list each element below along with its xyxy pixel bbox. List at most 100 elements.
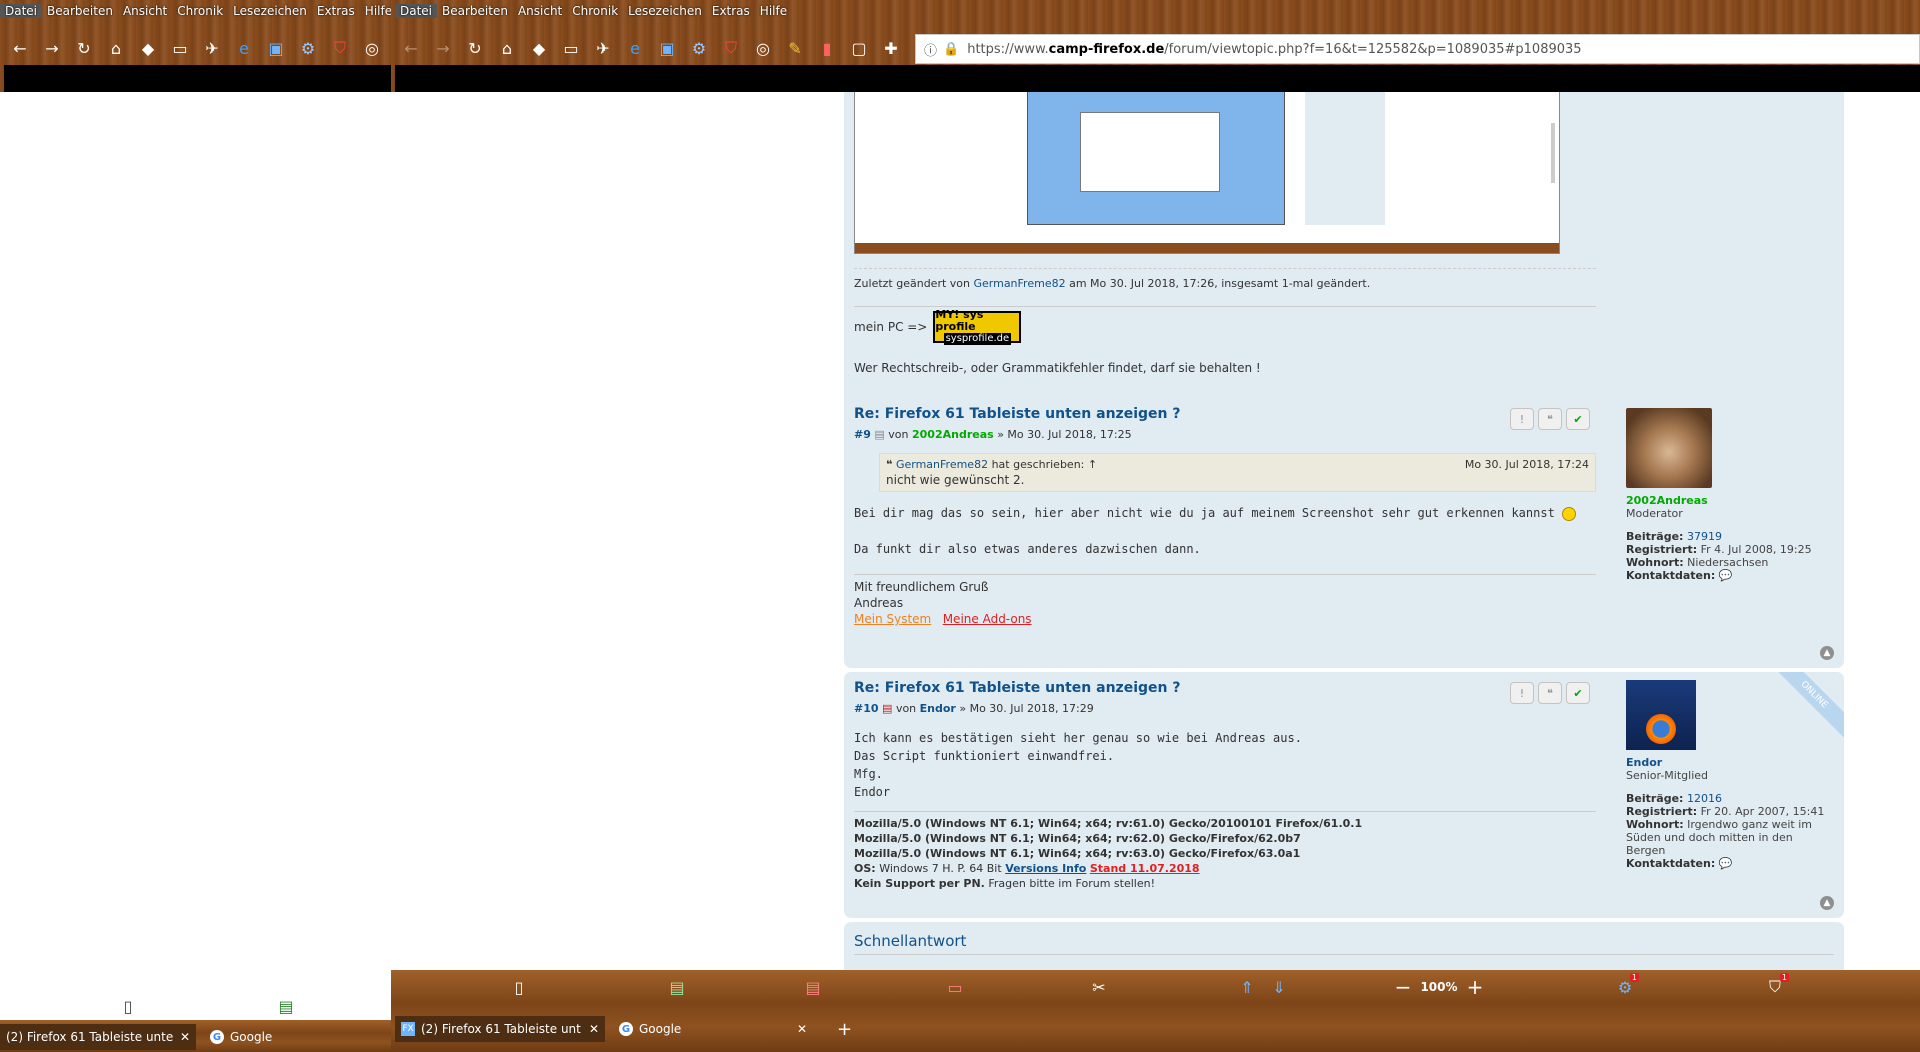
shield-icon[interactable]: ⛉ 1 — [1759, 973, 1791, 1001]
home-icon[interactable]: ⌂ — [100, 34, 132, 62]
addon-badge-icon[interactable]: ⚙ 1 — [1609, 973, 1641, 1001]
reload-icon[interactable]: ↻ — [459, 34, 491, 62]
reload-icon[interactable]: ↻ — [68, 34, 100, 62]
ublock-icon[interactable]: ⛉ — [324, 34, 356, 62]
window-icon[interactable]: ▢ — [843, 34, 875, 62]
by-label: von — [888, 428, 909, 441]
menu-datei[interactable]: Datei — [395, 4, 438, 18]
menu-datei[interactable]: Datei — [0, 4, 43, 18]
profile-posts[interactable]: 37919 — [1687, 530, 1722, 543]
quote-icon[interactable]: ❝ — [1538, 682, 1562, 704]
zoom-in-icon[interactable]: + — [1459, 973, 1491, 1001]
left-browser-window: Datei Bearbeiten Ansicht Chronik Lesezei… — [0, 0, 392, 1052]
home-icon[interactable]: ⌂ — [491, 34, 523, 62]
addon-icon[interactable]: ▤ — [797, 973, 829, 1001]
check-icon[interactable]: ✔ — [1566, 408, 1590, 430]
addon-icon[interactable]: ▭ — [164, 34, 196, 62]
ie-icon[interactable]: e — [619, 34, 651, 62]
post-title[interactable]: Re: Firefox 61 Tableiste unten anzeigen … — [854, 680, 1596, 696]
contact-icon[interactable]: 💬 — [1719, 857, 1733, 870]
bookmark-icon[interactable]: ▮ — [811, 34, 843, 62]
puzzle-icon[interactable]: ✚ — [875, 34, 907, 62]
menu-hilfe[interactable]: Hilfe — [755, 4, 792, 18]
menu-bearbeiten[interactable]: Bearbeiten — [42, 4, 118, 18]
quote-icon[interactable]: ❝ — [1538, 408, 1562, 430]
screenshot-icon[interactable]: ▣ — [260, 34, 292, 62]
addon-icon[interactable]: ▤ — [661, 973, 693, 1001]
menu-chronik[interactable]: Chronik — [567, 4, 623, 18]
avatar[interactable] — [1626, 680, 1696, 750]
tools-icon[interactable]: ✂ — [1083, 973, 1115, 1001]
tab-firefox-forum[interactable]: (2) Firefox 61 Tableiste unten ✕ — [0, 1024, 196, 1050]
scroll-top-icon[interactable]: ⇑ — [1231, 973, 1263, 1001]
quick-reply-title[interactable]: Schnellantwort — [854, 932, 1834, 955]
profile-posts[interactable]: 12016 — [1687, 792, 1722, 805]
addon-icon[interactable]: ◆ — [132, 34, 164, 62]
info-icon[interactable]: ⓘ — [924, 40, 937, 59]
back-to-top-icon[interactable]: ▲ — [1820, 896, 1834, 910]
tab-firefox-forum[interactable]: FX (2) Firefox 61 Tableiste unten ✕ — [395, 1016, 605, 1042]
post-number[interactable]: #9 — [854, 428, 871, 441]
menu-bearbeiten[interactable]: Bearbeiten — [437, 4, 513, 18]
forward-icon[interactable]: → — [427, 34, 459, 62]
pin-icon[interactable]: ✈ — [196, 34, 228, 62]
report-icon[interactable]: ! — [1510, 682, 1534, 704]
sidebar-icon[interactable]: ▯ — [503, 973, 535, 1001]
versions-info-link[interactable]: Versions Info — [1005, 862, 1086, 875]
zoom-level[interactable]: 100% — [1419, 980, 1459, 994]
post-title[interactable]: Re: Firefox 61 Tableiste unten anzeigen … — [854, 406, 1596, 422]
menu-ansicht[interactable]: Ansicht — [118, 4, 172, 18]
profile-name[interactable]: Endor — [1626, 756, 1836, 769]
mein-system-link[interactable]: Mein System — [854, 612, 931, 626]
avatar[interactable] — [1626, 408, 1712, 488]
menu-extras[interactable]: Extras — [312, 4, 360, 18]
menu-extras[interactable]: Extras — [707, 4, 755, 18]
forward-icon[interactable]: → — [36, 34, 68, 62]
close-icon[interactable]: ✕ — [589, 1022, 599, 1036]
os-label: OS: — [854, 862, 876, 875]
tab-google[interactable]: G Google — [204, 1024, 384, 1050]
author-link[interactable]: 2002Andreas — [912, 428, 994, 441]
sysprofile-badge[interactable]: MY! sys profile sysprofile.de — [933, 309, 1022, 345]
addon-icon[interactable]: ▭ — [555, 34, 587, 62]
new-tab-button[interactable]: + — [831, 1016, 861, 1042]
target-icon[interactable]: ◎ — [747, 34, 779, 62]
addon-icon[interactable]: ◆ — [523, 34, 555, 62]
sidebar-icon[interactable]: ▯ — [112, 992, 144, 1020]
edited-user-link[interactable]: GermanFreme82 — [973, 277, 1065, 290]
back-to-top-icon[interactable]: ▲ — [1820, 646, 1834, 660]
check-icon[interactable]: ✔ — [1566, 682, 1590, 704]
gear-icon[interactable]: ⚙ — [683, 34, 715, 62]
menu-lesezeichen[interactable]: Lesezeichen — [228, 4, 312, 18]
report-icon[interactable]: ! — [1510, 408, 1534, 430]
pencil-icon[interactable]: ✎ — [779, 34, 811, 62]
profile-name[interactable]: 2002Andreas — [1626, 494, 1836, 507]
screenshot-icon[interactable]: ▣ — [651, 34, 683, 62]
contact-icon[interactable]: 💬 — [1719, 569, 1733, 582]
embedded-screenshot[interactable] — [854, 92, 1560, 254]
ublock-icon[interactable]: ⛉ — [715, 34, 747, 62]
target-icon[interactable]: ◎ — [356, 34, 388, 62]
url-bar[interactable]: ⓘ 🔒 https://www. camp-firefox.de/forum/vi… — [915, 34, 1920, 64]
close-icon[interactable]: ✕ — [180, 1030, 190, 1044]
menu-ansicht[interactable]: Ansicht — [513, 4, 567, 18]
menu-chronik[interactable]: Chronik — [172, 4, 228, 18]
tab-google[interactable]: G Google ✕ — [613, 1016, 823, 1042]
ie-icon[interactable]: e — [228, 34, 260, 62]
pin-icon[interactable]: ✈ — [587, 34, 619, 62]
stand-link[interactable]: Stand 11.07.2018 — [1090, 862, 1200, 875]
gear-icon[interactable]: ⚙ — [292, 34, 324, 62]
author-link[interactable]: Endor — [920, 702, 956, 715]
scroll-bottom-icon[interactable]: ⇓ — [1263, 973, 1295, 1001]
profile-contact-label: Kontaktdaten: — [1626, 857, 1716, 870]
meine-addons-link[interactable]: Meine Add-ons — [943, 612, 1032, 626]
back-icon[interactable]: ← — [4, 34, 36, 62]
quote-user-link[interactable]: GermanFreme82 — [896, 458, 988, 471]
zoom-out-icon[interactable]: − — [1387, 973, 1419, 1001]
addon-icon[interactable]: ▭ — [939, 973, 971, 1001]
menu-lesezeichen[interactable]: Lesezeichen — [623, 4, 707, 18]
close-icon[interactable]: ✕ — [797, 1022, 807, 1036]
post-number[interactable]: #10 — [854, 702, 879, 715]
addon-icon[interactable]: ▤ — [270, 992, 302, 1020]
back-icon[interactable]: ← — [395, 34, 427, 62]
